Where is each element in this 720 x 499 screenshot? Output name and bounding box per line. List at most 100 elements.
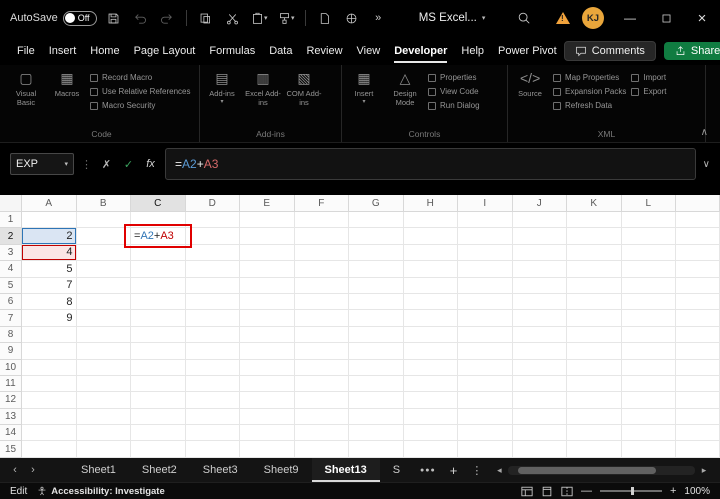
sheet-tab-sheet9[interactable]: Sheet9	[251, 458, 312, 482]
cell-K3[interactable]	[567, 244, 622, 262]
cell-G14[interactable]	[349, 425, 404, 442]
cell-J10[interactable]	[512, 359, 567, 376]
sheet-tab-sheet13[interactable]: Sheet13	[311, 458, 380, 482]
cell-K12[interactable]	[567, 392, 622, 409]
row-header-9[interactable]: 9	[0, 343, 22, 360]
cell-C11[interactable]	[131, 375, 186, 393]
cell-E13[interactable]	[240, 408, 295, 426]
normal-view-icon[interactable]	[521, 486, 533, 497]
cell-K13[interactable]	[567, 408, 622, 426]
cell-I2[interactable]	[458, 228, 513, 245]
cell-A4[interactable]: 5	[22, 261, 77, 278]
cell-B4[interactable]	[76, 261, 131, 278]
autosave-switch[interactable]: Off	[62, 10, 97, 26]
sheet-tab-sheet2[interactable]: Sheet2	[129, 458, 190, 482]
cell-H10[interactable]	[403, 359, 458, 376]
cell-E1[interactable]	[240, 212, 295, 229]
cell-A6[interactable]: 8	[22, 293, 77, 311]
ribbon-button-com-add-ins[interactable]: ▧ COM Add-ins	[286, 70, 322, 107]
ribbon-button-expansion-packs[interactable]: Expansion Packs	[553, 87, 626, 96]
new-sheet-button[interactable]: +	[443, 463, 465, 478]
cell-H7[interactable]	[403, 310, 458, 327]
cell-H2[interactable]	[403, 228, 458, 245]
column-header-D[interactable]: D	[185, 195, 240, 212]
cell-G12[interactable]	[349, 392, 404, 409]
cell-I1[interactable]	[458, 212, 513, 229]
cell-D3[interactable]	[185, 244, 240, 262]
cell-F12[interactable]	[294, 392, 349, 409]
cell-C15[interactable]	[131, 441, 186, 458]
ribbon-button-add-ins[interactable]: ▤ Add-ins ▾	[204, 70, 240, 105]
cell-D14[interactable]	[185, 425, 240, 442]
cell-G7[interactable]	[349, 310, 404, 327]
search-button[interactable]	[513, 6, 534, 30]
cell-G9[interactable]	[349, 343, 404, 360]
cell-J1[interactable]	[512, 212, 567, 229]
cell-B9[interactable]	[76, 343, 131, 360]
cell-L13[interactable]	[621, 408, 676, 426]
ribbon-button-visual-basic[interactable]: ▢ Visual Basic	[8, 70, 44, 107]
cell-G4[interactable]	[349, 261, 404, 278]
cut-button[interactable]	[222, 6, 243, 30]
cell-F9[interactable]	[294, 343, 349, 360]
cell-E3[interactable]	[240, 244, 295, 262]
cell-C5[interactable]	[131, 277, 186, 294]
cell-I12[interactable]	[458, 392, 513, 409]
cell-L9[interactable]	[621, 343, 676, 360]
cell-K5[interactable]	[567, 277, 622, 294]
cell-H11[interactable]	[403, 375, 458, 393]
cell-B12[interactable]	[76, 392, 131, 409]
scroll-right-arrow[interactable]: ▸	[698, 465, 710, 476]
cell-D4[interactable]	[185, 261, 240, 278]
cell-A9[interactable]	[22, 343, 77, 360]
name-box[interactable]: EXP ▾	[10, 153, 74, 175]
autosave-toggle[interactable]: AutoSave Off	[10, 10, 97, 26]
sheet-tab-sheet3[interactable]: Sheet3	[190, 458, 251, 482]
cell-K15[interactable]	[567, 441, 622, 458]
quick-access-overflow-button[interactable]: »	[368, 6, 389, 30]
cancel-button[interactable]: ✗	[99, 158, 114, 171]
cell-B7[interactable]	[76, 310, 131, 327]
cell-A7[interactable]: 9	[22, 310, 77, 327]
cell-E12[interactable]	[240, 392, 295, 409]
cell-C9[interactable]	[131, 343, 186, 360]
cell-J5[interactable]	[512, 277, 567, 294]
cell-F3[interactable]	[294, 244, 349, 262]
copy-button[interactable]	[195, 6, 216, 30]
column-header-B[interactable]: B	[76, 195, 131, 212]
cell-J14[interactable]	[512, 425, 567, 442]
ribbon-button-macros[interactable]: ▦ Macros	[49, 70, 85, 98]
cell-B3[interactable]	[76, 244, 131, 262]
column-header-C[interactable]: C	[131, 195, 186, 212]
cell-F6[interactable]	[294, 293, 349, 311]
cell-I8[interactable]	[458, 326, 513, 344]
menu-tab-insert[interactable]: Insert	[42, 36, 84, 65]
format-painter-button[interactable]: ▾	[276, 6, 297, 30]
cell-F5[interactable]	[294, 277, 349, 294]
cell-E6[interactable]	[240, 293, 295, 311]
cell-C13[interactable]	[131, 408, 186, 426]
cell-B5[interactable]	[76, 277, 131, 294]
cell-H12[interactable]	[403, 392, 458, 409]
scroll-left-arrow[interactable]: ◂	[493, 465, 505, 476]
ribbon-button-use-relative-references[interactable]: Use Relative References	[90, 87, 190, 96]
cell-D5[interactable]	[185, 277, 240, 294]
cell-E5[interactable]	[240, 277, 295, 294]
cell-I9[interactable]	[458, 343, 513, 360]
cell-H6[interactable]	[403, 293, 458, 311]
cell-J12[interactable]	[512, 392, 567, 409]
menu-tab-file[interactable]: File	[10, 36, 42, 65]
cell-E11[interactable]	[240, 375, 295, 393]
cell-H9[interactable]	[403, 343, 458, 360]
cell-D9[interactable]	[185, 343, 240, 360]
expand-formula-bar-button[interactable]: ∨	[703, 159, 710, 170]
cell-D10[interactable]	[185, 359, 240, 376]
cell-D7[interactable]	[185, 310, 240, 327]
ribbon-button-design-mode[interactable]: △ Design Mode	[387, 70, 423, 107]
zoom-out-button[interactable]: —	[581, 485, 592, 497]
cell-J2[interactable]	[512, 228, 567, 245]
cell-F10[interactable]	[294, 359, 349, 376]
zoom-level[interactable]: 100%	[684, 486, 710, 497]
cell-D12[interactable]	[185, 392, 240, 409]
ribbon-button-source[interactable]: </> Source	[512, 70, 548, 98]
